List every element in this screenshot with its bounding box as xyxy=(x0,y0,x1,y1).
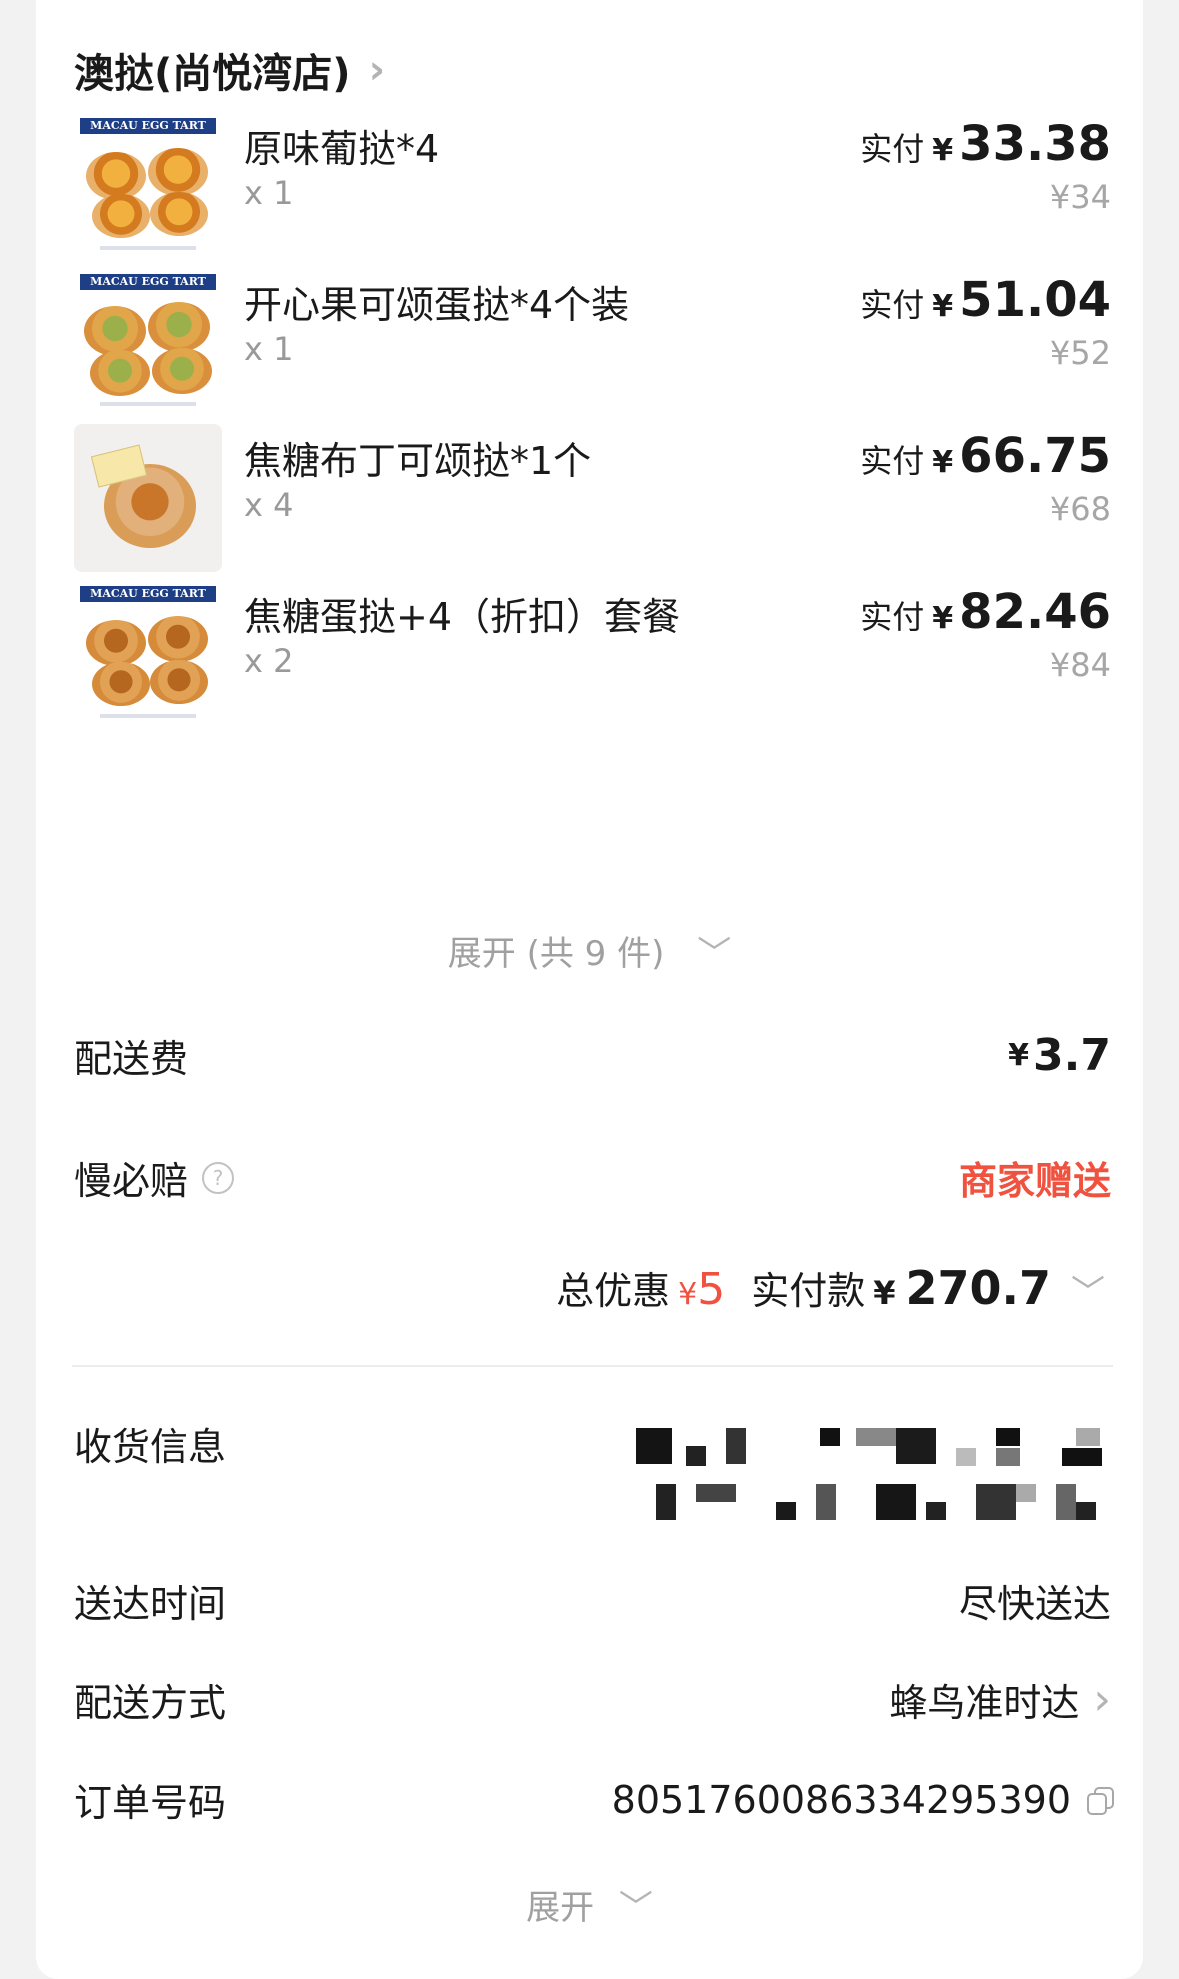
delivery-method-label: 配送方式 xyxy=(74,1681,227,1725)
order-number-label: 订单号码 xyxy=(74,1781,227,1825)
order-number: 8051760086334295390 xyxy=(611,1777,1071,1822)
delivery-time-label: 送达时间 xyxy=(74,1582,227,1626)
product-image: MACAU EGG TART xyxy=(74,112,222,260)
slow-guarantee-value: 商家赠送 xyxy=(958,1159,1111,1203)
order-number-row: 订单号码 8051760086334295390 xyxy=(74,1772,1114,1827)
chevron-down-icon[interactable]: ﹀ xyxy=(1071,1265,1105,1314)
item-name: 原味葡挞*4 xyxy=(244,127,440,171)
delivery-fee-row: 配送费 ¥ 3.7 xyxy=(74,1028,1111,1083)
item-paid-price: 实付 ¥ 33.38 xyxy=(860,116,1111,172)
copy-icon[interactable] xyxy=(1087,1786,1114,1815)
item-paid-price: 实付 ¥ 82.46 xyxy=(860,584,1111,640)
currency-symbol: ¥ xyxy=(932,601,954,636)
paid-label: 实付 xyxy=(860,598,925,636)
paid-total-amount: 270.7 xyxy=(905,1261,1051,1315)
item-name: 焦糖布丁可颂挞*1个 xyxy=(244,439,592,483)
item-name: 焦糖蛋挞+4（折扣）套餐 xyxy=(244,595,681,639)
order-item[interactable]: 焦糖布丁可颂挞*1个 x 4 实付 ¥ 66.75 ¥68 xyxy=(36,424,1143,584)
product-brand-label: MACAU EGG TART xyxy=(80,118,216,134)
item-paid-price: 实付 ¥ 66.75 xyxy=(860,428,1111,484)
item-original-price: ¥84 xyxy=(1049,646,1111,684)
delivery-method-value[interactable]: 蜂鸟准时达 › xyxy=(889,1672,1111,1727)
discount-value: ¥5 xyxy=(678,1264,725,1315)
currency-symbol: ¥ xyxy=(1008,1038,1030,1073)
chevron-down-icon: ﹀ xyxy=(618,1888,653,1928)
delivery-method-text: 蜂鸟准时达 xyxy=(889,1681,1080,1725)
chevron-right-icon: › xyxy=(368,47,386,93)
currency-symbol: ¥ xyxy=(932,289,954,324)
order-item[interactable]: MACAU EGG TART 焦糖蛋挞+4（折扣）套餐 x 2 实付 ¥ 82.… xyxy=(36,580,1143,740)
chevron-right-icon: › xyxy=(1093,1674,1111,1725)
discount-label: 总优惠 xyxy=(556,1269,671,1313)
divider xyxy=(72,1365,1113,1367)
redacted-address xyxy=(576,1418,1156,1538)
currency-symbol: ¥ xyxy=(932,445,954,480)
question-circle-icon[interactable]: ? xyxy=(202,1161,235,1194)
product-image: MACAU EGG TART xyxy=(74,268,222,416)
delivery-fee-amount: 3.7 xyxy=(1033,1030,1111,1081)
paid-amount: 66.75 xyxy=(959,428,1111,484)
delivery-method-row[interactable]: 配送方式 蜂鸟准时达 › xyxy=(74,1672,1111,1727)
currency-symbol: ¥ xyxy=(932,133,954,168)
expand-items-label: 展开 (共 9 件) xyxy=(447,934,665,974)
order-detail-card: 澳挞(尚悦湾店) › MACAU EGG TART 原味葡挞*4 x 1 实付 … xyxy=(36,0,1143,1979)
delivery-fee-value: ¥ 3.7 xyxy=(1008,1030,1111,1081)
currency-symbol: ¥ xyxy=(678,1277,698,1312)
item-original-price: ¥68 xyxy=(1049,490,1111,528)
slow-guarantee-row: 慢必赔 ? 商家赠送 xyxy=(74,1150,1111,1205)
item-name: 开心果可颂蛋挞*4个装 xyxy=(244,283,630,327)
product-image: MACAU EGG TART xyxy=(74,580,222,728)
slow-guarantee-label: 慢必赔 xyxy=(74,1159,189,1203)
paid-amount: 51.04 xyxy=(959,272,1111,328)
delivery-time-value: 尽快送达 xyxy=(958,1582,1111,1626)
expand-more-label: 展开 xyxy=(526,1888,595,1928)
order-number-value: 8051760086334295390 xyxy=(611,1777,1114,1822)
item-original-price: ¥34 xyxy=(1049,178,1111,216)
delivery-fee-label: 配送费 xyxy=(74,1037,189,1081)
paid-total-label: 实付款 xyxy=(751,1269,866,1313)
paid-amount: 33.38 xyxy=(959,116,1111,172)
delivery-time-row: 送达时间 尽快送达 xyxy=(74,1573,1111,1628)
order-item[interactable]: MACAU EGG TART 开心果可颂蛋挞*4个装 x 1 实付 ¥ 51.0… xyxy=(36,268,1143,428)
slow-guarantee-label-group: 慢必赔 ? xyxy=(74,1150,235,1205)
paid-label: 实付 xyxy=(860,442,925,480)
paid-label: 实付 xyxy=(860,286,925,324)
currency-symbol: ¥ xyxy=(873,1274,896,1312)
item-paid-price: 实付 ¥ 51.04 xyxy=(860,272,1111,328)
item-quantity: x 1 xyxy=(244,330,294,368)
shop-name: 澳挞(尚悦湾店) xyxy=(74,51,351,97)
expand-more-button[interactable]: 展开 ﹀ xyxy=(36,1880,1143,1929)
item-original-price: ¥52 xyxy=(1049,334,1111,372)
order-item[interactable]: MACAU EGG TART 原味葡挞*4 x 1 实付 ¥ 33.38 ¥34 xyxy=(36,112,1143,272)
expand-items-button[interactable]: 展开 (共 9 件) ﹀ xyxy=(36,926,1143,975)
chevron-down-icon: ﹀ xyxy=(697,934,732,974)
item-quantity: x 2 xyxy=(244,642,294,680)
shop-name-link[interactable]: 澳挞(尚悦湾店) › xyxy=(74,40,385,100)
product-brand-label: MACAU EGG TART xyxy=(80,586,216,602)
paid-label: 实付 xyxy=(860,130,925,168)
paid-amount: 82.46 xyxy=(959,584,1111,640)
discount-amount: 5 xyxy=(697,1264,726,1315)
item-quantity: x 1 xyxy=(244,174,294,212)
order-summary[interactable]: 总优惠 ¥5 实付款 ¥ 270.7 ﹀ xyxy=(556,1260,1105,1315)
receiver-info-label: 收货信息 xyxy=(74,1425,227,1469)
product-image xyxy=(74,424,222,572)
product-brand-label: MACAU EGG TART xyxy=(80,274,216,290)
item-quantity: x 4 xyxy=(244,486,294,524)
